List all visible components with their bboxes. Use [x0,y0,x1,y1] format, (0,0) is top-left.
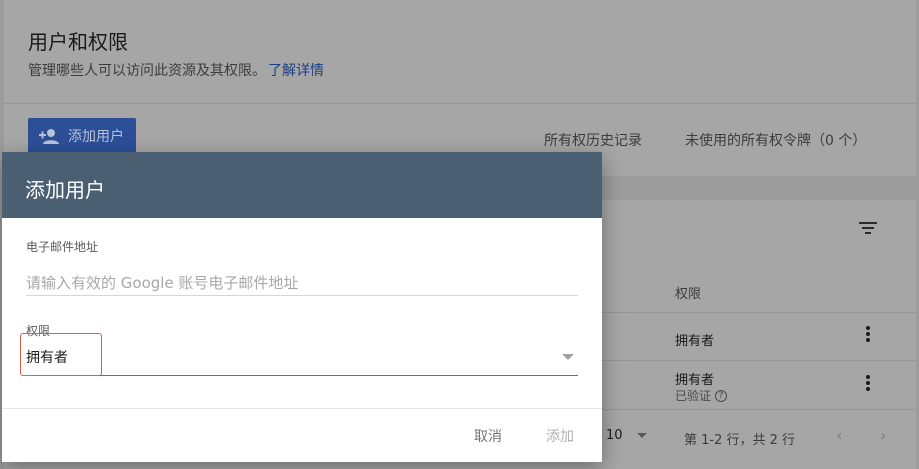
more-vert-icon[interactable] [864,326,872,342]
filter-icon[interactable] [859,221,877,235]
subtitle-text: 管理哪些人可以访问此资源及其权限。 [28,63,266,79]
users-permissions-card: 用户和权限 管理哪些人可以访问此资源及其权限。 了解详情 添加用户 所有权历史记录… [4,0,916,176]
add-user-label: 添加用户 [68,129,124,145]
add-person-icon [39,129,59,144]
more-vert-icon[interactable] [864,375,872,391]
pagination-range: 第 1-2 行，共 2 行 [684,433,796,448]
divider [602,409,916,410]
help-icon[interactable]: ? [715,389,728,402]
unused-tokens-link[interactable]: 未使用的所有权令牌（0 个） [685,130,866,150]
permission-select[interactable]: 拥有者 [26,338,578,376]
page-subtitle: 管理哪些人可以访问此资源及其权限。 了解详情 [28,60,324,80]
divider [2,408,602,409]
add-user-button[interactable]: 添加用户 [28,118,136,154]
chevron-left-icon[interactable]: ‹ [836,426,842,445]
learn-more-link[interactable]: 了解详情 [268,63,324,79]
cancel-button[interactable]: 取消 [474,426,502,446]
add-user-dialog: 添加用户 电子邮件地址 权限 拥有者 取消 添加 [2,152,602,462]
email-label: 电子邮件地址 [26,240,99,254]
dropdown-caret-icon [636,433,647,438]
permission-select-value: 拥有者 [26,349,68,366]
dropdown-caret-icon [562,353,574,360]
page-size-select[interactable]: 10 [606,428,647,443]
email-input[interactable] [26,270,578,296]
permission-label: 权限 [26,324,51,338]
divider [602,312,916,313]
verified-label: 已验证 [675,389,712,403]
dialog-title: 添加用户 [2,152,602,218]
chevron-right-icon[interactable]: › [880,426,886,445]
page-size-value: 10 [606,428,623,443]
ownership-history-link[interactable]: 所有权历史记录 [544,130,642,150]
verified-status: 已验证 ? [675,387,728,404]
permission-column-header[interactable]: 权限 [675,283,701,302]
row-permission: 拥有者 [675,334,715,349]
add-button[interactable]: 添加 [546,426,574,446]
row-permission: 拥有者 [675,373,715,388]
divider [4,103,916,104]
page-title: 用户和权限 [28,30,128,54]
divider [602,360,916,361]
